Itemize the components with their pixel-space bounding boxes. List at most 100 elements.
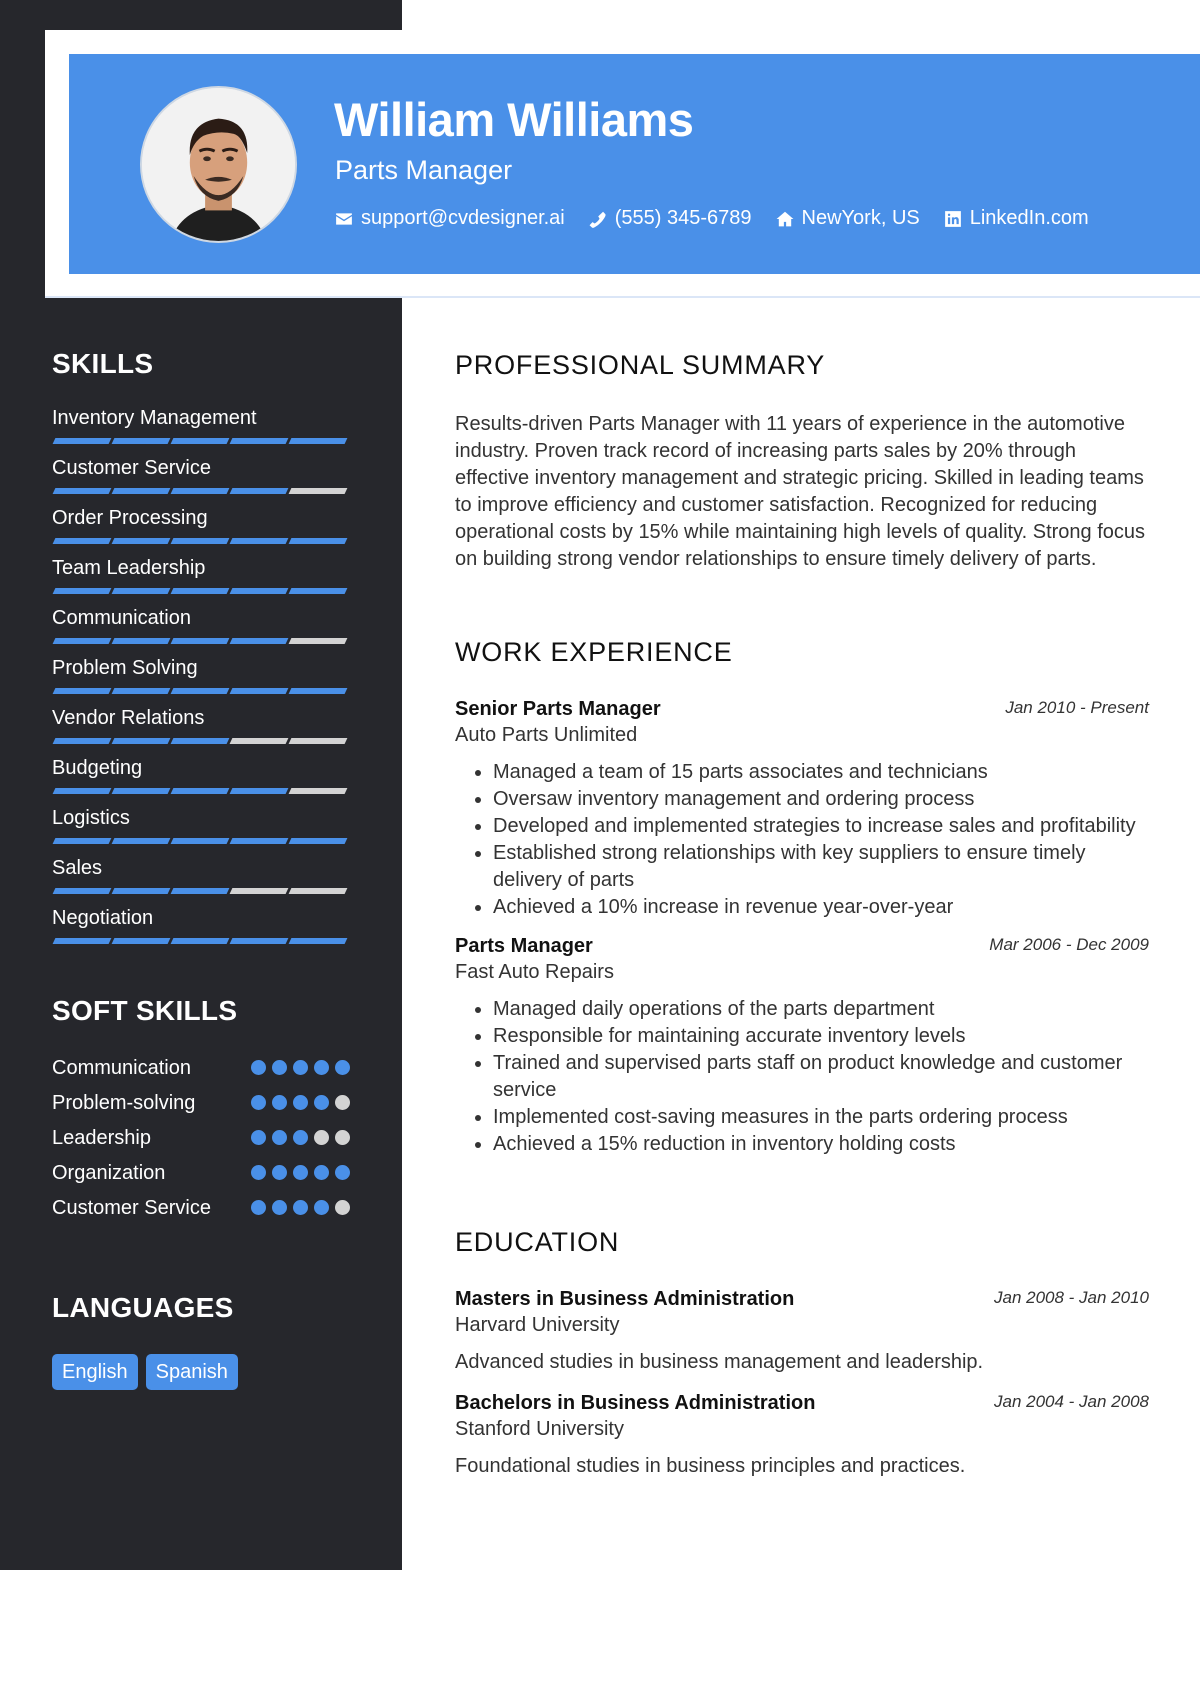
- skill-label: Sales: [52, 857, 103, 879]
- skill-segment-filled: [111, 788, 171, 794]
- skill-segment-filled: [170, 738, 230, 744]
- skill-item: Communication: [52, 606, 350, 656]
- contact-email-text: support@cvdesigner.ai: [361, 207, 565, 229]
- skill-segment-filled: [170, 488, 230, 494]
- skill-level-bar: [52, 438, 350, 444]
- skill-segment-empty: [288, 788, 348, 794]
- skill-segment-filled: [288, 538, 348, 544]
- degree-description: Advanced studies in business management …: [455, 1351, 984, 1373]
- rating-dot-filled: [272, 1130, 287, 1145]
- contact-linkedin-text: LinkedIn.com: [969, 207, 1089, 229]
- skill-segment-filled: [52, 538, 112, 544]
- job-bullets: Managed daily operations of the parts de…: [455, 996, 1149, 1158]
- job-company: Auto Parts Unlimited: [455, 724, 638, 746]
- degree-header: Bachelors in Business Administration Jan …: [455, 1390, 1149, 1416]
- soft-skills-section: SOFT SKILLS Communication Problem-solving…: [52, 995, 350, 1230]
- rating-dot-filled: [293, 1060, 308, 1075]
- skill-segment-filled: [170, 888, 230, 894]
- soft-skill-rating: [251, 1095, 350, 1110]
- contact-phone[interactable]: (555) 345-6789: [589, 207, 752, 230]
- job-header: Parts Manager Mar 2006 - Dec 2009: [455, 933, 1149, 959]
- skill-segment-filled: [111, 538, 171, 544]
- soft-skill-item: Communication: [52, 1055, 350, 1081]
- language-badge: Spanish: [145, 1354, 238, 1390]
- skill-level-bar: [52, 888, 350, 894]
- contact-phone-text: (555) 345-6789: [614, 207, 752, 229]
- linkedin-icon: [944, 210, 961, 227]
- languages-list: English Spanish: [52, 1354, 350, 1390]
- avatar: [140, 86, 297, 243]
- rating-dot-filled: [335, 1165, 350, 1180]
- rating-dot-filled: [314, 1165, 329, 1180]
- soft-skill-label: Customer Service: [52, 1197, 211, 1219]
- education-section: EDUCATION Masters in Business Administra…: [455, 1227, 1149, 1480]
- contact-email[interactable]: support@cvdesigner.ai: [335, 207, 565, 230]
- contact-linkedin[interactable]: LinkedIn.com: [944, 207, 1089, 230]
- rating-dot-filled: [293, 1095, 308, 1110]
- job-bullet: Managed daily operations of the parts de…: [493, 996, 1149, 1023]
- job-entry: Senior Parts Manager Jan 2010 - Present Au…: [455, 696, 1149, 921]
- skill-item: Team Leadership: [52, 556, 350, 606]
- job-title: Senior Parts Manager: [455, 698, 661, 720]
- skill-item: Order Processing: [52, 506, 350, 556]
- job-bullet: Managed a team of 15 parts associates an…: [493, 759, 1149, 786]
- candidate-name: William Williams: [334, 93, 694, 146]
- language-badge: English: [52, 1354, 138, 1390]
- soft-skill-rating: [251, 1200, 350, 1215]
- skill-segment-filled: [229, 688, 289, 694]
- rating-dot-filled: [251, 1095, 266, 1110]
- skill-segment-filled: [229, 588, 289, 594]
- summary-text: Results-driven Parts Manager with 11 yea…: [455, 413, 1146, 570]
- soft-skills-title: SOFT SKILLS: [52, 995, 238, 1026]
- skill-segment-filled: [111, 738, 171, 744]
- skill-segment-filled: [229, 938, 289, 944]
- skill-label: Budgeting: [52, 757, 143, 779]
- rating-dot-filled: [314, 1200, 329, 1215]
- home-icon: [776, 211, 793, 226]
- skill-segment-filled: [170, 538, 230, 544]
- skills-title: SKILLS: [52, 348, 154, 379]
- skill-segment-filled: [170, 638, 230, 644]
- skill-label: Problem Solving: [52, 657, 198, 679]
- skill-segment-filled: [170, 688, 230, 694]
- work-section: WORK EXPERIENCE Senior Parts Manager Jan …: [455, 637, 1149, 1158]
- job-bullet: Established strong relationships with ke…: [493, 840, 1149, 894]
- skill-segment-empty: [229, 888, 289, 894]
- skill-level-bar: [52, 588, 350, 594]
- degree-school: Stanford University: [455, 1418, 624, 1440]
- contact-location-text: NewYork, US: [801, 207, 920, 229]
- languages-section: LANGUAGES English Spanish: [52, 1292, 350, 1390]
- skill-segment-filled: [52, 688, 112, 694]
- job-header: Senior Parts Manager Jan 2010 - Present: [455, 696, 1149, 722]
- skill-segment-empty: [288, 738, 348, 744]
- skill-level-bar: [52, 538, 350, 544]
- skill-segment-empty: [229, 738, 289, 744]
- skill-item: Vendor Relations: [52, 706, 350, 756]
- skill-segment-filled: [52, 438, 112, 444]
- skill-label: Negotiation: [52, 907, 154, 929]
- skill-level-bar: [52, 638, 350, 644]
- skill-segment-filled: [170, 838, 230, 844]
- skill-segment-empty: [288, 488, 348, 494]
- degree-entry: Masters in Business Administration Jan 20…: [455, 1286, 1149, 1376]
- skill-segment-filled: [52, 888, 112, 894]
- contact-list: support@cvdesigner.ai (555) 345-6789 New…: [335, 207, 1089, 230]
- soft-skill-label: Organization: [52, 1162, 166, 1184]
- job-dates: Mar 2006 - Dec 2009: [989, 935, 1149, 954]
- skill-item: Customer Service: [52, 456, 350, 506]
- skill-segment-filled: [52, 738, 112, 744]
- skill-level-bar: [52, 838, 350, 844]
- degree-header: Masters in Business Administration Jan 20…: [455, 1286, 1149, 1312]
- skill-label: Team Leadership: [52, 557, 206, 579]
- skill-segment-filled: [111, 938, 171, 944]
- skill-segment-filled: [52, 488, 112, 494]
- soft-skill-rating: [251, 1165, 350, 1180]
- job-dates: Jan 2010 - Present: [1005, 698, 1149, 717]
- skill-segment-filled: [170, 938, 230, 944]
- soft-skill-rating: [251, 1060, 350, 1075]
- soft-skill-label: Leadership: [52, 1127, 151, 1149]
- skill-item: Budgeting: [52, 756, 350, 806]
- job-list: Senior Parts Manager Jan 2010 - Present Au…: [455, 696, 1149, 1158]
- skill-segment-filled: [170, 588, 230, 594]
- skill-segment-filled: [229, 838, 289, 844]
